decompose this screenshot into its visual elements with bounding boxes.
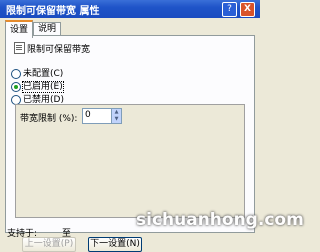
watermark: sichuanhong.com xyxy=(136,210,304,230)
radio-label: 未配置(C) xyxy=(23,69,64,79)
spin-up-icon[interactable]: ▲ xyxy=(112,109,121,116)
bandwidth-limit-value[interactable]: 0 xyxy=(85,110,91,120)
tab-settings[interactable]: 设置 xyxy=(5,20,34,38)
radio-button-icon[interactable] xyxy=(11,94,21,105)
radio-button-checked-icon[interactable] xyxy=(11,81,21,92)
bandwidth-limit-spinner[interactable]: 0 ▲ ▼ xyxy=(82,108,122,124)
settings-panel: 限制可保留带宽 未配置(C) 已启用(E) 已禁用(D) 带宽限制 (%): 0… xyxy=(5,35,255,233)
title-bar: 限制可保留带宽 属性 ? X xyxy=(0,0,260,18)
help-button[interactable]: ? xyxy=(222,2,237,17)
previous-setting-button[interactable]: 上一设置(P) xyxy=(22,237,76,252)
bandwidth-limit-label: 带宽限制 (%): xyxy=(20,114,78,124)
spinner-buttons: ▲ ▼ xyxy=(111,109,121,123)
radio-not-configured[interactable]: 未配置(C) xyxy=(11,68,63,80)
radio-label: 已启用(E) xyxy=(22,81,64,93)
options-box: 带宽限制 (%): 0 ▲ ▼ xyxy=(15,104,245,218)
spin-down-icon[interactable]: ▼ xyxy=(112,116,121,123)
policy-name: 限制可保留带宽 xyxy=(27,45,91,55)
radio-enabled[interactable]: 已启用(E) xyxy=(11,81,64,93)
window-title: 限制可保留带宽 属性 xyxy=(6,6,100,17)
next-setting-button[interactable]: 下一设置(N) xyxy=(88,237,142,252)
policy-icon xyxy=(14,42,25,54)
close-button[interactable]: X xyxy=(240,2,255,17)
tab-explain[interactable]: 说明 xyxy=(33,22,62,36)
radio-button-icon[interactable] xyxy=(11,68,21,79)
